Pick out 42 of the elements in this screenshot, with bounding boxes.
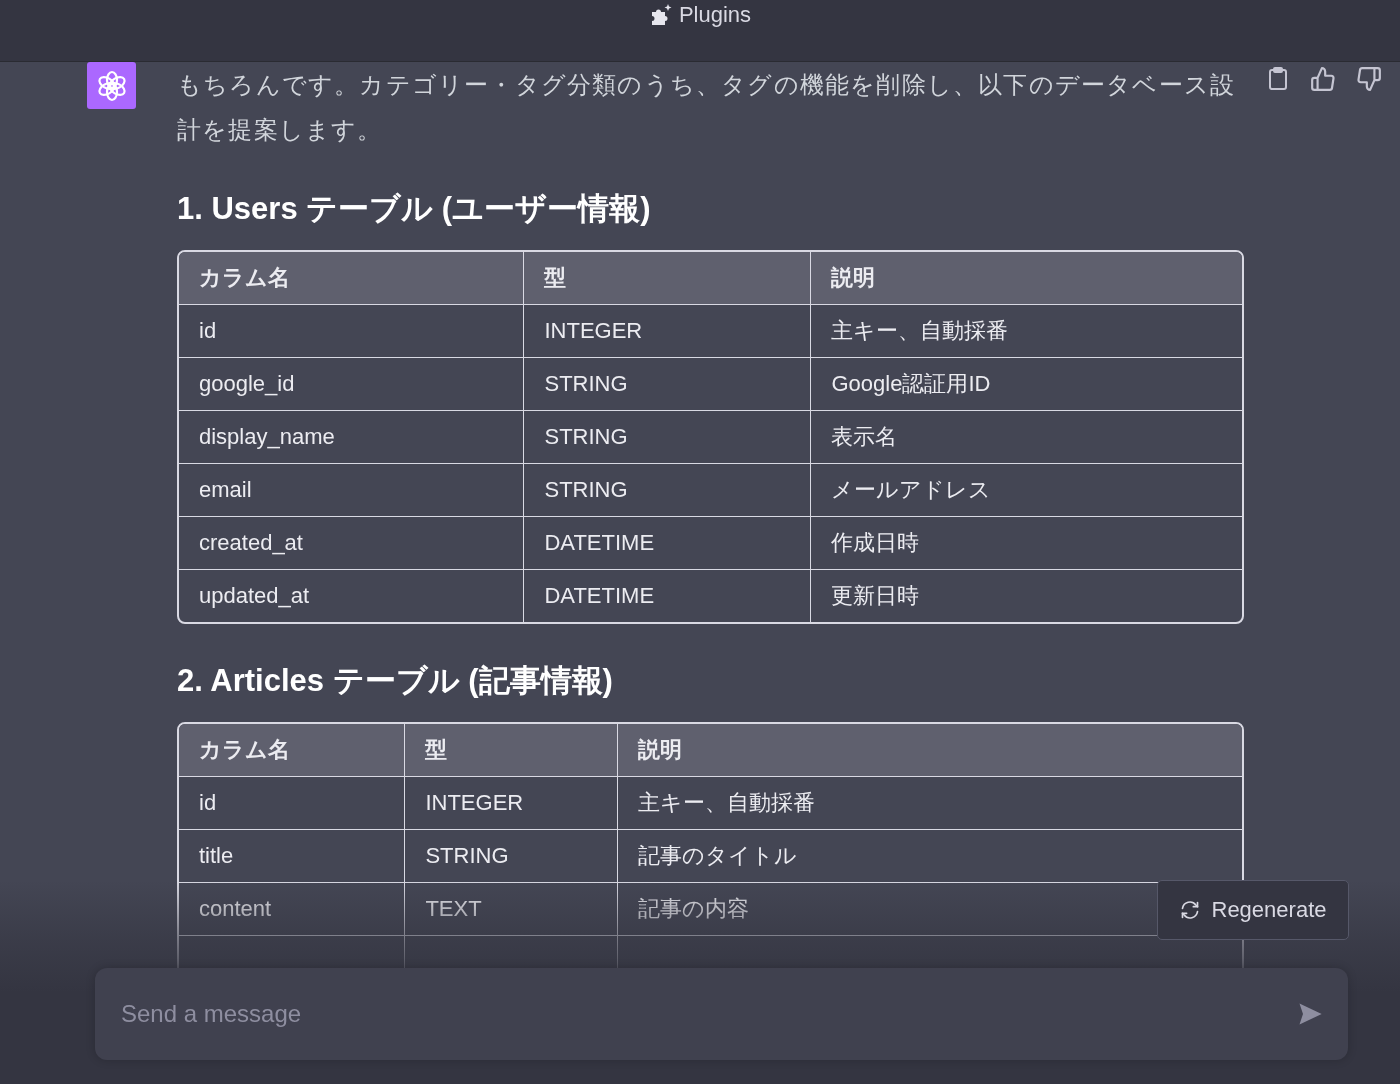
thumbs-up-icon[interactable] <box>1310 66 1336 92</box>
clipboard-icon[interactable] <box>1266 66 1290 92</box>
column-header: カラム名 <box>179 252 525 305</box>
table-cell: display_name <box>179 411 525 464</box>
table-cell-text: 更新日時 <box>830 582 921 610</box>
table-cell: 表示名 <box>811 411 1242 464</box>
plugins-title[interactable]: Plugins <box>648 2 752 28</box>
table-cell: google_id <box>179 358 525 411</box>
table-cell: INTEGER <box>405 777 618 830</box>
message-input[interactable]: Send a message <box>95 968 1348 1060</box>
section-heading: 2. Articles テーブル (記事情報) <box>177 662 614 700</box>
message-text: もちろんです。カテゴリー・タグ分類のうち、タグの機能を削除し、以下のデータベース設計を提案します。 <box>177 70 1237 145</box>
column-header: 型 <box>405 724 618 777</box>
table-cell: STRING <box>524 411 812 464</box>
table-cell: created_at <box>179 517 525 570</box>
table-cell: title <box>179 830 406 883</box>
column-header: 説明 <box>811 252 1242 305</box>
refresh-icon <box>1179 900 1200 920</box>
table-cell: id <box>179 305 525 358</box>
table-cell: email <box>179 464 525 517</box>
table-cell: STRING <box>524 358 812 411</box>
table-cell: TEXT <box>405 883 618 936</box>
table-cell: 主キー、自動採番 <box>811 305 1242 358</box>
table-cell: DATETIME <box>524 570 812 622</box>
column-header: 説明 <box>618 724 1242 777</box>
table-cell: STRING <box>405 830 618 883</box>
table-cell: 作成日時 <box>811 517 1242 570</box>
regenerate-button[interactable]: Regenerate <box>1157 880 1349 940</box>
column-header: カラム名 <box>179 724 406 777</box>
thumbs-down-icon[interactable] <box>1356 66 1382 92</box>
table-cell: DATETIME <box>524 517 812 570</box>
table-cell: content <box>179 883 406 936</box>
table-cell: 主キー、自動採番 <box>618 777 1242 830</box>
section-heading: 1. Users テーブル (ユーザー情報) <box>177 190 652 228</box>
table-cell: updated_at <box>179 570 525 622</box>
table-cell: STRING <box>524 464 812 517</box>
table-cell: id <box>179 777 406 830</box>
table-cell: Google認証用ID <box>811 358 1242 411</box>
assistant-avatar-icon <box>87 62 136 109</box>
table-cell: メールアドレス <box>811 464 1242 517</box>
column-header: 型 <box>524 252 812 305</box>
table-cell: INTEGER <box>524 305 812 358</box>
